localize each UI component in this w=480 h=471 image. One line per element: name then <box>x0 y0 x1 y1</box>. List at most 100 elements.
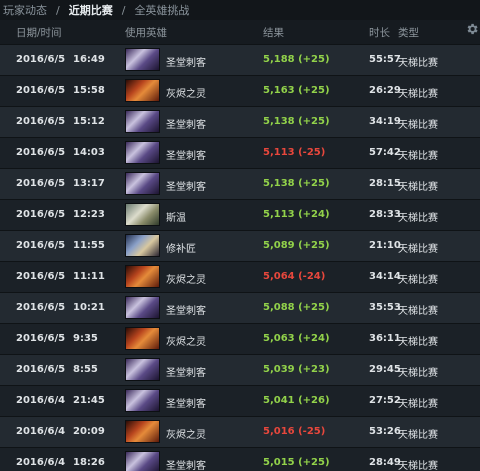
match-type: 天梯比赛 <box>398 275 438 286</box>
hero-name: 灰烬之灵 <box>166 337 206 348</box>
match-date: 2016/6/5 <box>16 85 66 96</box>
templar-assassin-hero-icon <box>125 451 160 471</box>
match-result: 5,041 (+26) <box>263 395 330 406</box>
match-row[interactable]: 2016/6/5 11:55 修补匠 5,089 (+25) 21:10 天梯比赛 <box>0 230 480 261</box>
match-duration: 27:52 <box>369 395 401 406</box>
match-type: 天梯比赛 <box>398 182 438 193</box>
match-row[interactable]: 2016/6/5 14:03 圣堂刺客 5,113 (-25) 57:42 天梯比赛 <box>0 137 480 168</box>
hero-name: 圣堂刺客 <box>166 58 206 69</box>
hero-name: 灰烬之灵 <box>166 430 206 441</box>
tinker-hero-icon <box>125 234 160 257</box>
match-row[interactable]: 2016/6/5 8:55 圣堂刺客 5,039 (+23) 29:45 天梯比赛 <box>0 354 480 385</box>
match-duration: 21:10 <box>369 240 401 251</box>
hero-name: 圣堂刺客 <box>166 368 206 379</box>
match-row[interactable]: 2016/6/5 10:21 圣堂刺客 5,088 (+25) 35:53 天梯比赛 <box>0 292 480 323</box>
hero-name: 修补匠 <box>166 244 196 255</box>
column-header-datetime[interactable]: 日期/时间 <box>16 25 62 40</box>
templar-assassin-hero-icon <box>125 110 160 133</box>
match-date: 2016/6/4 <box>16 395 66 406</box>
match-date: 2016/6/5 <box>16 240 66 251</box>
templar-assassin-hero-icon <box>125 389 160 412</box>
match-result: 5,138 (+25) <box>263 178 330 189</box>
match-time: 21:45 <box>73 395 105 406</box>
match-type: 天梯比赛 <box>398 430 438 441</box>
match-row[interactable]: 2016/6/4 20:09 灰烬之灵 5,016 (-25) 53:26 天梯比赛 <box>0 416 480 447</box>
match-result: 5,188 (+25) <box>263 54 330 65</box>
match-table-header: 日期/时间 使用英雄 结果 时长 类型 <box>0 20 480 44</box>
match-row[interactable]: 2016/6/4 18:26 圣堂刺客 5,015 (+25) 28:49 天梯比赛 <box>0 447 480 471</box>
match-date: 2016/6/4 <box>16 457 66 468</box>
match-type: 天梯比赛 <box>398 89 438 100</box>
match-result: 5,015 (+25) <box>263 457 330 468</box>
match-duration: 57:42 <box>369 147 401 158</box>
hero-name: 圣堂刺客 <box>166 151 206 162</box>
match-result: 5,016 (-25) <box>263 426 326 437</box>
match-row[interactable]: 2016/6/5 15:58 灰烬之灵 5,163 (+25) 26:29 天梯比赛 <box>0 75 480 106</box>
hero-name: 圣堂刺客 <box>166 182 206 193</box>
match-date: 2016/6/5 <box>16 178 66 189</box>
templar-assassin-hero-icon <box>125 141 160 164</box>
match-row[interactable]: 2016/6/5 9:35 灰烬之灵 5,063 (+24) 36:11 天梯比赛 <box>0 323 480 354</box>
match-time: 14:03 <box>73 147 105 158</box>
gear-icon[interactable] <box>465 22 479 36</box>
hero-name: 圣堂刺客 <box>166 461 206 471</box>
match-type: 天梯比赛 <box>398 151 438 162</box>
match-date: 2016/6/5 <box>16 147 66 158</box>
match-result: 5,163 (+25) <box>263 85 330 96</box>
match-row[interactable]: 2016/6/5 12:23 斯温 5,113 (+24) 28:33 天梯比赛 <box>0 199 480 230</box>
match-duration: 34:19 <box>369 116 401 127</box>
match-list: 2016/6/5 16:49 圣堂刺客 5,188 (+25) 55:57 天梯比赛 201… <box>0 44 480 471</box>
templar-assassin-hero-icon <box>125 172 160 195</box>
match-type: 天梯比赛 <box>398 337 438 348</box>
match-date: 2016/6/4 <box>16 426 66 437</box>
match-date: 2016/6/5 <box>16 271 66 282</box>
match-duration: 28:33 <box>369 209 401 220</box>
match-row[interactable]: 2016/6/5 16:49 圣堂刺客 5,188 (+25) 55:57 天梯比赛 <box>0 44 480 75</box>
hero-name: 灰烬之灵 <box>166 89 206 100</box>
match-time: 13:17 <box>73 178 105 189</box>
column-header-duration[interactable]: 时长 <box>369 25 390 40</box>
tab-player-feed[interactable]: 玩家动态 <box>3 2 47 18</box>
match-duration: 53:26 <box>369 426 401 437</box>
match-time: 18:26 <box>73 457 105 468</box>
match-type: 天梯比赛 <box>398 213 438 224</box>
match-duration: 55:57 <box>369 54 401 65</box>
match-row[interactable]: 2016/6/5 11:11 灰烬之灵 5,064 (-24) 34:14 天梯比赛 <box>0 261 480 292</box>
tab-recent-matches[interactable]: 近期比赛 <box>69 2 113 18</box>
match-result: 5,064 (-24) <box>263 271 326 282</box>
match-time: 10:21 <box>73 302 105 313</box>
templar-assassin-hero-icon <box>125 296 160 319</box>
match-type: 天梯比赛 <box>398 368 438 379</box>
match-row[interactable]: 2016/6/5 13:17 圣堂刺客 5,138 (+25) 28:15 天梯比赛 <box>0 168 480 199</box>
hero-name: 圣堂刺客 <box>166 120 206 131</box>
column-header-hero[interactable]: 使用英雄 <box>125 25 167 40</box>
match-time: 8:55 <box>73 364 98 375</box>
match-time: 11:55 <box>73 240 105 251</box>
column-header-type[interactable]: 类型 <box>398 25 419 40</box>
match-time: 11:11 <box>73 271 105 282</box>
match-date: 2016/6/5 <box>16 302 66 313</box>
match-result: 5,089 (+25) <box>263 240 330 251</box>
match-row[interactable]: 2016/6/4 21:45 圣堂刺客 5,041 (+26) 27:52 天梯比赛 <box>0 385 480 416</box>
hero-name: 斯温 <box>166 213 186 224</box>
match-date: 2016/6/5 <box>16 364 66 375</box>
match-duration: 34:14 <box>369 271 401 282</box>
match-result: 5,039 (+23) <box>263 364 330 375</box>
profile-tabs: 玩家动态 / 近期比赛 / 全英雄挑战 <box>0 0 480 20</box>
match-time: 20:09 <box>73 426 105 437</box>
tab-all-hero-challenge[interactable]: 全英雄挑战 <box>134 2 189 18</box>
column-header-result[interactable]: 结果 <box>263 25 284 40</box>
hero-name: 灰烬之灵 <box>166 275 206 286</box>
match-duration: 28:49 <box>369 457 401 468</box>
match-duration: 26:29 <box>369 85 401 96</box>
match-date: 2016/6/5 <box>16 209 66 220</box>
match-result: 5,113 (-25) <box>263 147 326 158</box>
match-result: 5,063 (+24) <box>263 333 330 344</box>
match-duration: 29:45 <box>369 364 401 375</box>
match-time: 9:35 <box>73 333 98 344</box>
match-date: 2016/6/5 <box>16 333 66 344</box>
match-time: 15:58 <box>73 85 105 96</box>
match-type: 天梯比赛 <box>398 120 438 131</box>
match-date: 2016/6/5 <box>16 54 66 65</box>
match-row[interactable]: 2016/6/5 15:12 圣堂刺客 5,138 (+25) 34:19 天梯比赛 <box>0 106 480 137</box>
